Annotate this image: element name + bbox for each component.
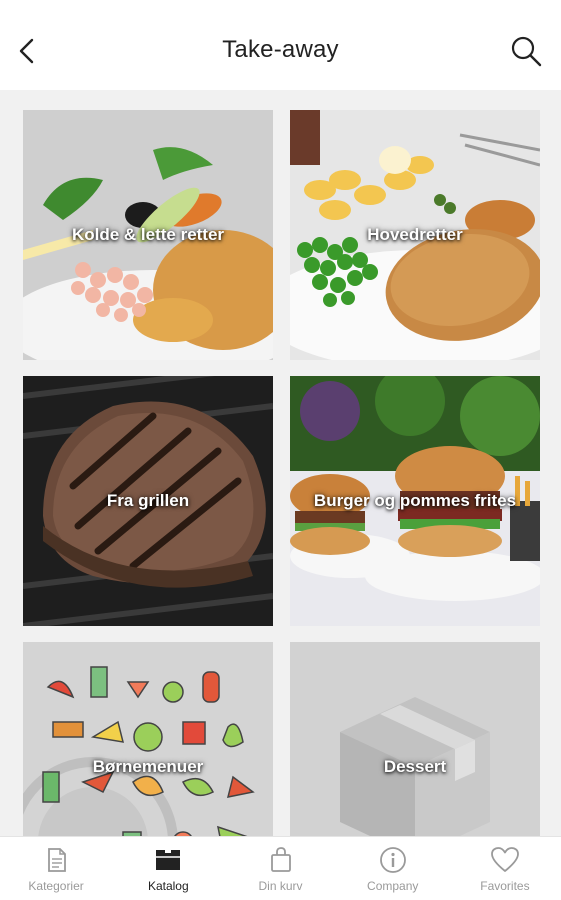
search-button[interactable] — [509, 34, 543, 68]
category-tile-kolde-lette-retter[interactable]: Kolde & lette retter — [23, 110, 273, 360]
nav-item-katalog[interactable]: Katalog — [112, 837, 224, 900]
category-label: Dessert — [383, 757, 447, 776]
nav-label: Katalog — [147, 879, 189, 893]
page-title: Take-away — [222, 36, 339, 63]
heart-icon — [490, 845, 520, 875]
category-label: Hovedretter — [367, 225, 463, 244]
category-tile-bornemenuer[interactable]: Børnemenuer — [23, 642, 273, 836]
document-icon — [41, 845, 71, 875]
category-tile-burger-og-pommes-frites[interactable]: Burger og pommes frites — [290, 376, 540, 626]
nav-label: Din kurv — [258, 879, 303, 893]
box-placeholder-image — [290, 642, 540, 836]
category-label: Kolde & lette retter — [71, 225, 225, 244]
category-tile-dessert[interactable]: Dessert — [290, 642, 540, 836]
category-tile-hovedretter[interactable]: Hovedretter — [290, 110, 540, 360]
category-label: Burger og pommes frites — [313, 491, 517, 510]
nav-label: Kategorier — [28, 879, 84, 893]
bag-icon — [266, 845, 296, 875]
nav-item-favorites[interactable]: Favorites — [449, 837, 561, 900]
category-label: Fra grillen — [106, 491, 190, 510]
kids-menu-image — [23, 642, 273, 836]
search-icon — [511, 36, 542, 67]
nav-label: Company — [367, 879, 419, 893]
category-grid: Kolde & lette retter Hovedretter Fra gri… — [0, 90, 561, 836]
nav-label: Favorites — [480, 879, 530, 893]
catalog-icon — [153, 845, 183, 875]
category-label: Børnemenuer — [92, 757, 204, 776]
category-tile-fra-grillen[interactable]: Fra grillen — [23, 376, 273, 626]
info-icon — [378, 845, 408, 875]
nav-item-kategorier[interactable]: Kategorier — [0, 837, 112, 900]
bottom-navigation: Kategorier Katalog Din kurv Company Favo… — [0, 836, 561, 900]
nav-item-din-kurv[interactable]: Din kurv — [224, 837, 336, 900]
nav-item-company[interactable]: Company — [337, 837, 449, 900]
top-app-bar: Take-away — [0, 0, 561, 90]
